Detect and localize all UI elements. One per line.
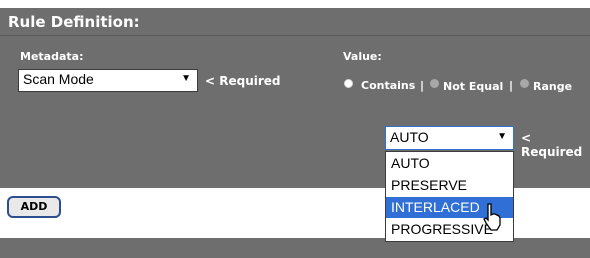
- header-title: Rule Definition:: [8, 13, 140, 31]
- separator: |: [420, 79, 425, 92]
- radio-not-equal[interactable]: [430, 79, 439, 88]
- chevron-down-icon: ▼: [181, 73, 191, 84]
- metadata-select-value: Scan Mode: [23, 71, 94, 87]
- metadata-label: Metadata:: [20, 50, 84, 63]
- value-required-note: < Required: [521, 131, 583, 159]
- mouse-pointer-icon: [483, 203, 501, 231]
- radio-contains-label[interactable]: Contains: [361, 79, 415, 92]
- radio-range-label[interactable]: Range: [533, 80, 572, 93]
- dropdown-option-preserve[interactable]: PRESERVE: [386, 175, 513, 196]
- separator: |: [509, 79, 514, 92]
- add-button[interactable]: ADD: [7, 196, 61, 218]
- radio-not-equal-label[interactable]: Not Equal: [443, 80, 503, 93]
- value-select[interactable]: AUTO ▼: [385, 126, 514, 150]
- metadata-select[interactable]: Scan Mode ▼: [18, 69, 198, 92]
- radio-range[interactable]: [520, 79, 529, 88]
- value-label: Value:: [343, 50, 382, 63]
- metadata-required-note: < Required: [205, 74, 281, 88]
- radio-contains[interactable]: [344, 79, 353, 88]
- dropdown-option-auto[interactable]: AUTO: [386, 153, 513, 174]
- chevron-down-icon: ▼: [497, 131, 507, 142]
- value-select-value: AUTO: [390, 129, 429, 145]
